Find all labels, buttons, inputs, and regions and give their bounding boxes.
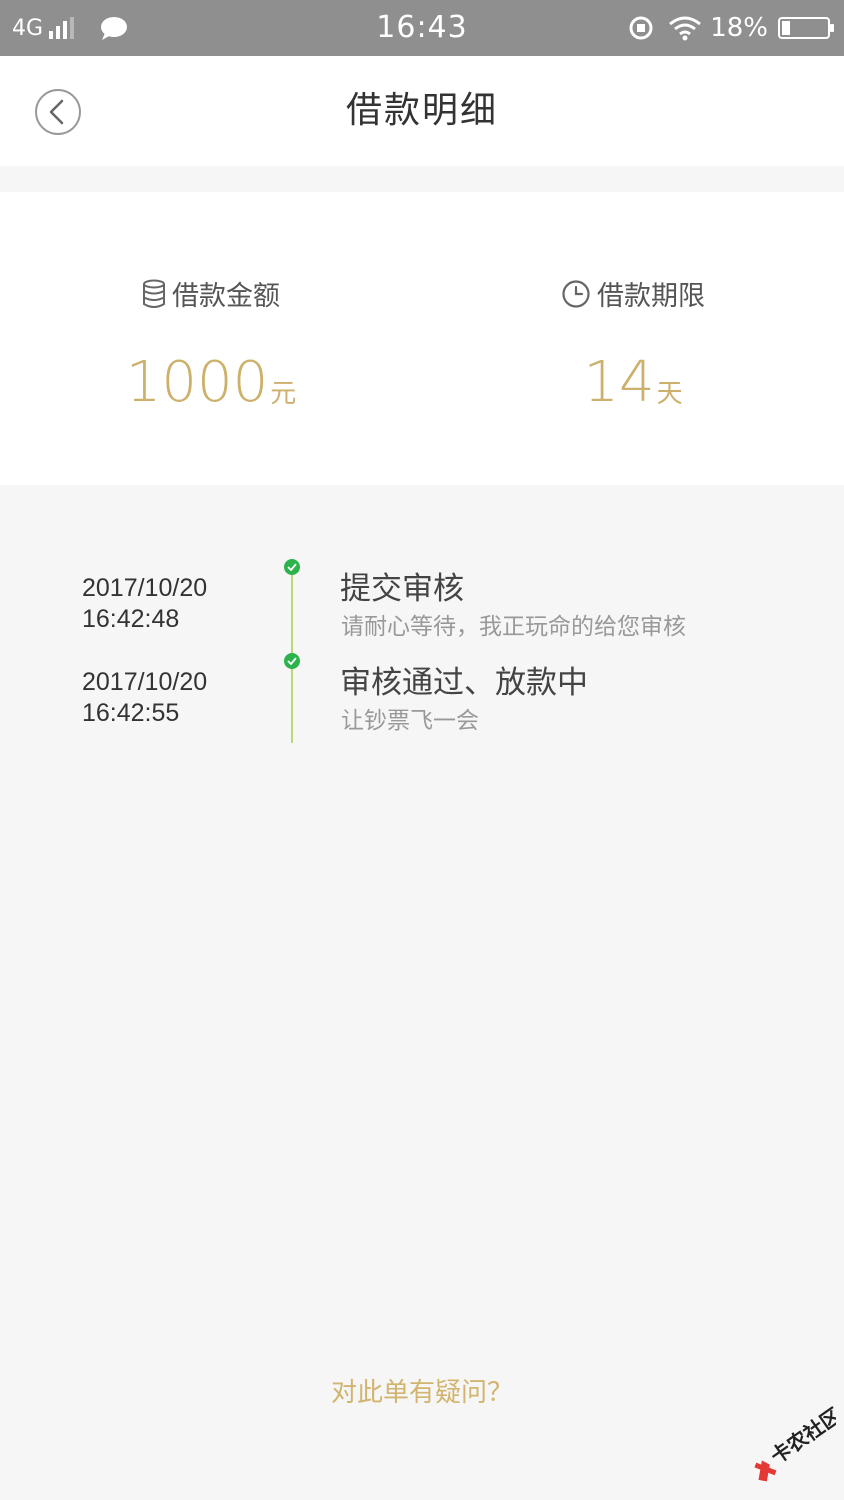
battery-percent: 18% xyxy=(710,13,768,43)
loan-amount-value: 1000 元 xyxy=(0,352,422,414)
svg-text:卡农社区: 卡农社区 xyxy=(766,1406,836,1469)
header: 借款明细 xyxy=(0,56,844,166)
loan-term-value: 14 天 xyxy=(422,352,844,414)
check-circle-icon xyxy=(284,653,300,669)
loan-term-label-row: 借款期限 xyxy=(422,274,844,313)
check-circle-icon xyxy=(284,559,300,575)
page-title: 借款明细 xyxy=(345,90,498,131)
timeline-title: 审核通过、放款中 xyxy=(340,665,588,701)
rotation-lock-icon xyxy=(628,15,654,41)
loan-amount-label-row: 借款金额 xyxy=(0,274,422,313)
timeline-desc: 让钞票飞一会 xyxy=(341,708,479,734)
loan-amount-label: 借款金额 xyxy=(172,281,280,312)
status-bar-right: 18% xyxy=(628,0,834,56)
timeline-time: 16:42:48 xyxy=(82,605,180,633)
loan-amount-section: 借款金额 1000 元 xyxy=(0,192,422,485)
loan-term-unit: 天 xyxy=(656,379,683,409)
wifi-icon xyxy=(668,15,702,41)
watermark-logo: 卡农社区 xyxy=(736,1403,844,1486)
loan-term-number: 14 xyxy=(583,350,655,415)
question-link[interactable]: 对此单有疑问？ xyxy=(0,1372,844,1409)
timeline-desc: 请耐心等待，我正玩命的给您审核 xyxy=(341,614,686,640)
timeline-time: 16:42:55 xyxy=(82,699,180,727)
timeline-item: 2017/10/20 16:42:55 审核通过、放款中 让钞票飞一会 xyxy=(0,653,844,757)
loan-amount-unit: 元 xyxy=(270,379,297,409)
coin-stack-icon xyxy=(142,279,166,309)
timeline-item: 2017/10/20 16:42:48 提交审核 请耐心等待，我正玩命的给您审核 xyxy=(0,559,844,663)
timeline-date: 2017/10/20 xyxy=(82,574,208,602)
loan-amount-number: 1000 xyxy=(125,350,269,415)
status-bar: 4G 16:43 18% xyxy=(0,0,844,56)
loan-summary: 借款金额 1000 元 借款期限 14 天 xyxy=(0,192,844,485)
timeline-timestamp: 2017/10/20 16:42:55 xyxy=(82,667,207,729)
loan-term-label: 借款期限 xyxy=(597,281,705,312)
battery-icon xyxy=(778,17,834,39)
timeline-title: 提交审核 xyxy=(340,571,464,607)
battery-fill xyxy=(782,21,790,35)
timeline-timestamp: 2017/10/20 16:42:48 xyxy=(82,573,207,635)
timeline-date: 2017/10/20 xyxy=(82,668,208,696)
clock-icon xyxy=(561,279,591,309)
loan-term-section: 借款期限 14 天 xyxy=(422,192,844,485)
